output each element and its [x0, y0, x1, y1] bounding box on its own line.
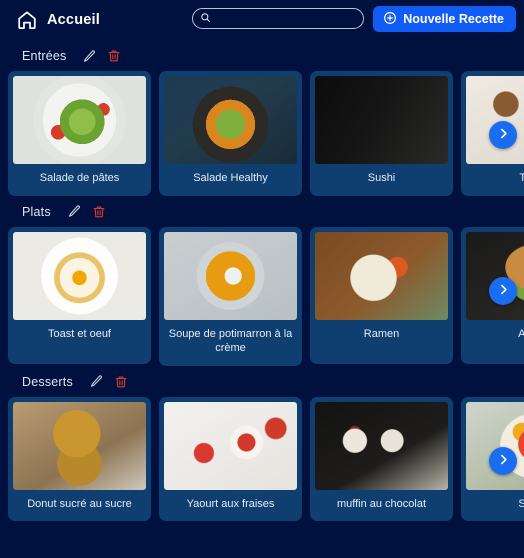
new-recipe-label: Nouvelle Recette	[403, 12, 504, 26]
recipe-card-2[interactable]: Salade Healthy	[159, 71, 302, 196]
trash-icon	[107, 48, 121, 64]
section-header: Entrées	[0, 40, 524, 71]
plus-circle-icon	[383, 11, 397, 28]
chevron-right-icon	[497, 453, 510, 469]
edit-section-button[interactable]	[82, 49, 97, 64]
section-title: Desserts	[22, 374, 73, 389]
delete-section-button[interactable]	[92, 204, 106, 220]
section-header: Desserts	[0, 366, 524, 397]
recipe-title: Ramen	[363, 327, 400, 340]
recipe-card-2[interactable]: Soupe de potimarron à la crème	[159, 226, 302, 366]
trash-icon	[92, 204, 106, 220]
carousel: Donut sucré au sucre Yaourt aux fraises …	[0, 396, 524, 522]
recipe-image	[164, 401, 297, 490]
pencil-icon	[82, 49, 97, 64]
recipe-image	[13, 76, 146, 164]
recipe-title: Salade Healthy	[193, 172, 268, 184]
recipe-section-1: Entrées Salade de pâtes Salade Healthy S…	[0, 40, 524, 196]
recipe-card-3[interactable]: Ramen	[310, 226, 453, 364]
recipe-card-2[interactable]: Yaourt aux fraises	[159, 396, 302, 522]
brand-label: Accueil	[47, 12, 100, 28]
carousel-next-button[interactable]	[489, 276, 517, 305]
trash-icon	[114, 374, 128, 390]
recipe-title: Ameri	[518, 327, 524, 340]
recipe-section-3: Desserts Donut sucré au sucre Yaourt aux…	[0, 366, 524, 522]
delete-section-button[interactable]	[114, 374, 128, 390]
search-bar[interactable]	[192, 8, 364, 29]
card-row: Donut sucré au sucre Yaourt aux fraises …	[0, 396, 524, 522]
carousel: Salade de pâtes Salade Healthy Sushi Toa…	[0, 71, 524, 196]
recipe-title: Donut sucré au sucre	[27, 497, 132, 510]
recipe-card-1[interactable]: Donut sucré au sucre	[8, 396, 151, 522]
section-header: Plats	[0, 196, 524, 227]
recipe-card-1[interactable]: Toast et oeuf	[8, 226, 151, 364]
sections-container: Entrées Salade de pâtes Salade Healthy S…	[0, 40, 524, 522]
home-nav-link[interactable]: Accueil	[16, 9, 100, 31]
recipe-image	[315, 76, 448, 164]
recipe-title: Toast	[519, 172, 524, 184]
recipe-title: Toast et oeuf	[48, 327, 111, 340]
edit-section-button[interactable]	[67, 204, 82, 219]
recipe-image	[466, 231, 524, 320]
card-row: Salade de pâtes Salade Healthy Sushi Toa…	[0, 71, 524, 196]
recipe-card-3[interactable]: muffin au chocolat	[310, 396, 453, 522]
recipe-title: Salad	[518, 497, 524, 510]
search-input[interactable]	[216, 12, 356, 25]
card-row: Toast et oeuf Soupe de potimarron à la c…	[0, 226, 524, 366]
carousel: Toast et oeuf Soupe de potimarron à la c…	[0, 226, 524, 366]
chevron-right-icon	[497, 127, 510, 143]
recipe-card-3[interactable]: Sushi	[310, 71, 453, 196]
recipe-title: Salade de pâtes	[39, 172, 120, 184]
carousel-next-button[interactable]	[489, 121, 517, 149]
recipe-image	[164, 231, 297, 320]
recipe-image	[13, 401, 146, 490]
recipe-card-1[interactable]: Salade de pâtes	[8, 71, 151, 196]
recipe-title: Yaourt aux fraises	[186, 497, 275, 510]
recipe-image	[466, 401, 524, 490]
pencil-icon	[67, 204, 82, 219]
chevron-right-icon	[497, 283, 510, 299]
recipe-section-2: Plats Toast et oeuf Soupe de potimarron …	[0, 196, 524, 366]
app-header: Accueil Nouvelle Recette	[0, 0, 524, 40]
search-icon	[200, 10, 211, 28]
recipe-image	[315, 231, 448, 320]
recipe-image	[164, 76, 297, 164]
recipe-image	[13, 231, 146, 320]
section-title: Entrées	[22, 49, 67, 63]
recipe-title: muffin au chocolat	[336, 497, 427, 510]
recipe-title: Sushi	[367, 172, 396, 184]
recipe-image	[466, 76, 524, 164]
edit-section-button[interactable]	[89, 374, 104, 389]
home-icon	[16, 9, 38, 31]
section-title: Plats	[22, 204, 51, 219]
new-recipe-button[interactable]: Nouvelle Recette	[373, 6, 516, 32]
pencil-icon	[89, 374, 104, 389]
recipe-image	[315, 401, 448, 490]
delete-section-button[interactable]	[107, 48, 121, 64]
recipe-title: Soupe de potimarron à la crème	[168, 327, 293, 355]
carousel-next-button[interactable]	[489, 446, 517, 475]
